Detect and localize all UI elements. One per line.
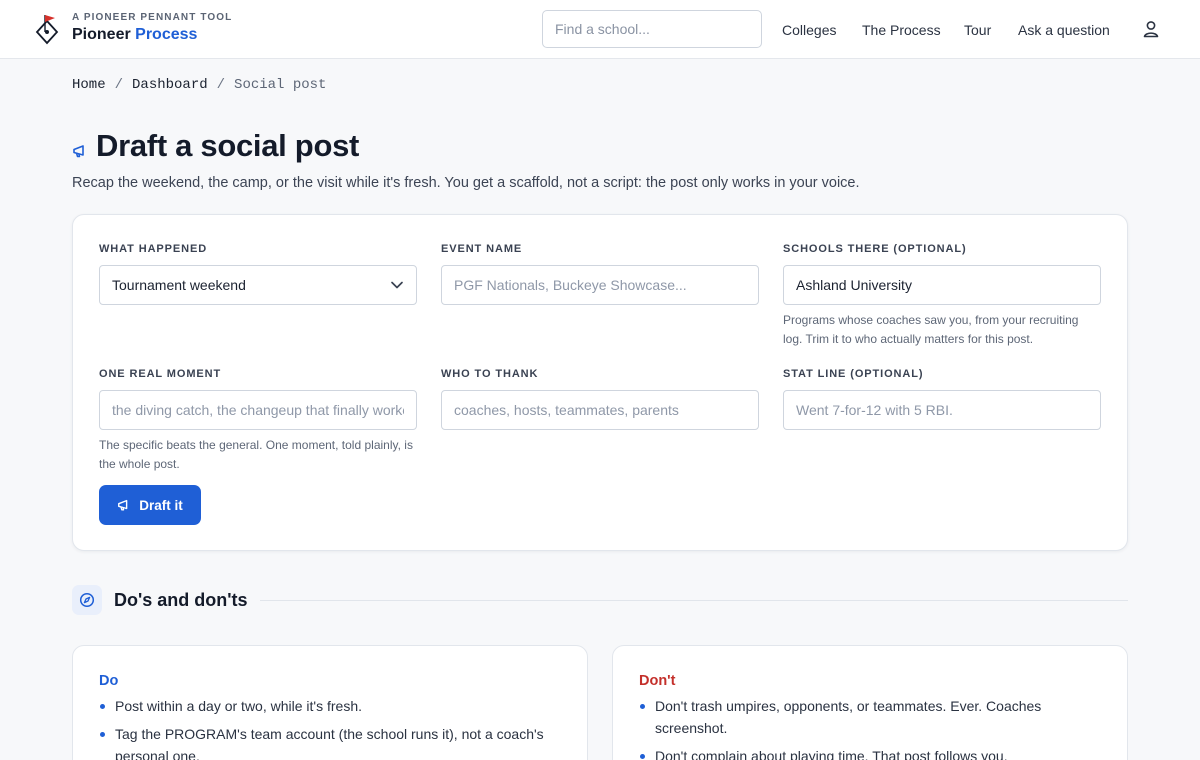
do-list: Post within a day or two, while it's fre… [99,695,561,760]
breadcrumb-dashboard[interactable]: Dashboard [132,77,208,93]
event-name-field: EVENT NAME [441,242,759,305]
schools-there-hint: Programs whose coaches saw you, from you… [783,313,1079,346]
nav-ask-a-question[interactable]: Ask a question [1018,22,1110,38]
compass-icon [72,585,102,615]
brand-name-primary: Pioneer [72,26,131,43]
chevron-down-icon [391,281,403,289]
schools-there-field: SCHOOLS THERE (OPTIONAL) Programs whose … [783,242,1101,349]
who-to-thank-field: WHO TO THANK [441,367,759,430]
brand-kicker: A PIONEER PENNANT TOOL [72,12,233,23]
one-real-moment-hint: The specific beats the general. One mome… [99,438,413,471]
list-item: Tag the PROGRAM's team account (the scho… [99,723,561,760]
what-happened-value: Tournament weekend [112,277,246,293]
dos-and-donts-heading: Do's and don'ts [72,584,1128,616]
list-item: Don't trash umpires, opponents, or teamm… [639,695,1101,739]
do-title: Do [99,673,119,689]
dont-list: Don't trash umpires, opponents, or teamm… [639,695,1101,760]
dont-title: Don't [639,673,676,689]
page-subtitle: Recap the weekend, the camp, or the visi… [72,175,860,191]
section-title: Do's and don'ts [114,589,248,610]
dont-card: Don't Don't trash umpires, opponents, or… [612,645,1128,760]
schools-there-label: SCHOOLS THERE (OPTIONAL) [783,243,967,255]
nav-the-process[interactable]: The Process [862,22,941,38]
breadcrumb: Home / Dashboard / Social post [72,77,326,93]
stat-line-field: STAT LINE (OPTIONAL) [783,367,1101,430]
schools-there-input[interactable] [783,265,1101,305]
stat-line-label: STAT LINE (OPTIONAL) [783,368,924,380]
breadcrumb-current: Social post [234,77,327,93]
who-to-thank-input[interactable] [441,390,759,430]
breadcrumb-separator: / [114,77,124,93]
draft-it-button[interactable]: Draft it [99,485,201,525]
stat-line-input[interactable] [783,390,1101,430]
social-post-form: WHAT HAPPENED Tournament weekend EVENT N… [72,214,1128,551]
page-title: Draft a social post [96,128,360,163]
brand-name-accent: Process [135,26,198,43]
pennant-logo-icon [35,15,59,45]
do-card: Do Post within a day or two, while it's … [72,645,588,760]
one-real-moment-label: ONE REAL MOMENT [99,368,222,380]
megaphone-icon [118,499,128,511]
nav-tour[interactable]: Tour [964,22,991,38]
one-real-moment-input[interactable] [99,390,417,430]
what-happened-label: WHAT HAPPENED [99,243,208,255]
list-item: Post within a day or two, while it's fre… [99,695,561,717]
page-title-row: Draft a social post [72,128,359,164]
megaphone-icon [73,145,84,158]
section-divider [259,599,1128,601]
nav-colleges[interactable]: Colleges [782,22,836,38]
school-search-input[interactable] [542,10,762,48]
event-name-input[interactable] [441,265,759,305]
breadcrumb-home[interactable]: Home [72,77,106,93]
who-to-thank-label: WHO TO THANK [441,368,539,380]
top-navigation-bar: A PIONEER PENNANT TOOL Pioneer Process C… [0,0,1200,59]
one-real-moment-field: ONE REAL MOMENT The specific beats the g… [99,367,417,474]
what-happened-select[interactable]: Tournament weekend [99,265,417,305]
breadcrumb-separator: / [216,77,226,93]
user-icon[interactable] [1141,19,1161,39]
brand-name: Pioneer Process [72,24,232,46]
brand[interactable]: A PIONEER PENNANT TOOL Pioneer Process [34,12,232,46]
event-name-label: EVENT NAME [441,243,523,255]
list-item: Don't complain about playing time. That … [639,745,1101,760]
what-happened-field: WHAT HAPPENED Tournament weekend [99,242,417,305]
draft-it-label: Draft it [139,497,183,513]
